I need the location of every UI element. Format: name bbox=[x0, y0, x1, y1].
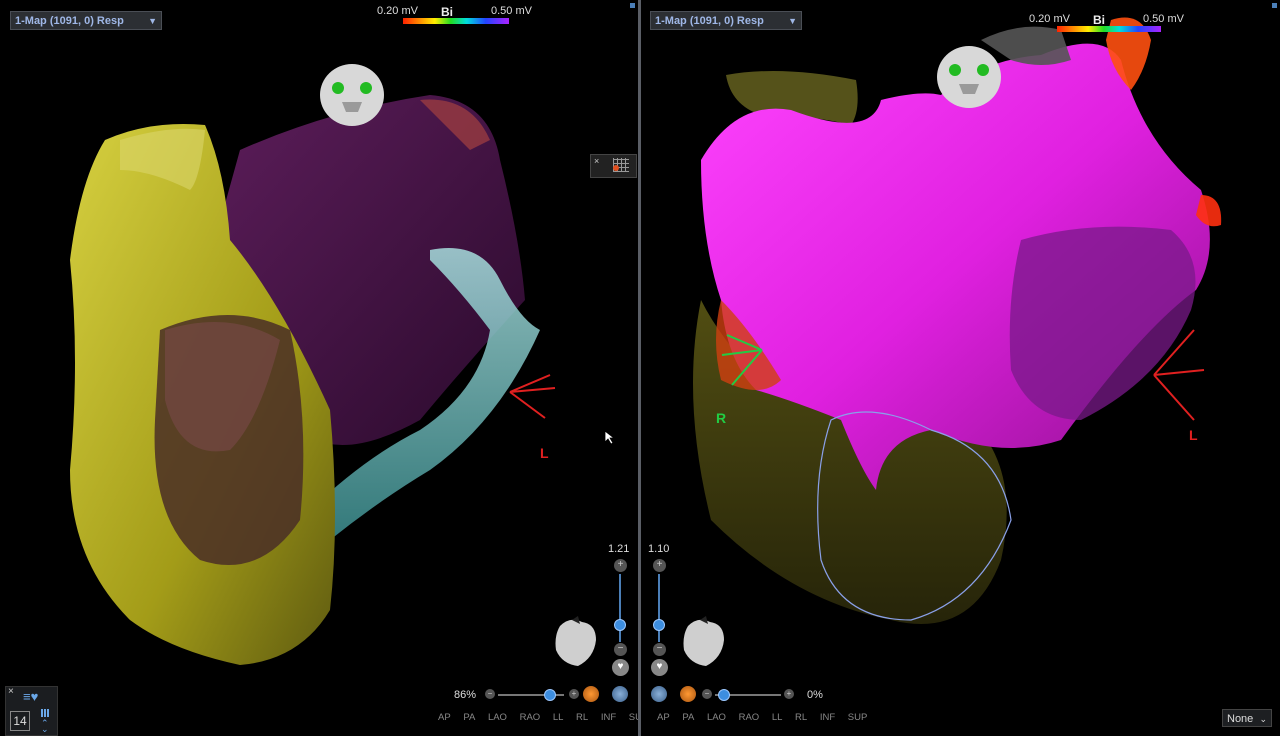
chevron-down-icon: ⌄ bbox=[1259, 714, 1267, 724]
right-map-selector[interactable]: 1-Map (1091, 0) Resp ▼ bbox=[650, 11, 802, 30]
view-button-lao[interactable]: LAO bbox=[707, 712, 726, 723]
view-button-sup[interactable]: SUP bbox=[848, 712, 868, 723]
right-scale-min: 0.20 mV bbox=[1029, 13, 1070, 25]
right-map-selector-label: 1-Map (1091, 0) Resp bbox=[655, 15, 764, 27]
left-zoom-slider-track[interactable] bbox=[619, 574, 621, 642]
view-button-ap[interactable]: AP bbox=[657, 712, 670, 723]
left-orientation-L-arrow-icon bbox=[509, 374, 556, 419]
view-button-ll[interactable]: LL bbox=[772, 712, 783, 723]
left-anatomy-render[interactable] bbox=[0, 0, 638, 736]
view-button-ap[interactable]: AP bbox=[438, 712, 451, 723]
face-nose-icon bbox=[342, 102, 362, 112]
left-pan-slider-handle[interactable] bbox=[544, 689, 556, 701]
left-compass-icon[interactable] bbox=[612, 686, 628, 702]
right-scale-type: Bi bbox=[1093, 13, 1105, 27]
right-pan-minus-button[interactable]: − bbox=[702, 689, 712, 699]
display-mode-select[interactable]: None ⌄ bbox=[1222, 709, 1272, 727]
marker-dot-icon bbox=[613, 165, 619, 171]
left-heart-thumbnail-icon bbox=[555, 616, 596, 666]
left-zoom-value: 1.21 bbox=[608, 543, 630, 555]
left-view-buttons: AP PA LAO RAO LL RL INF SUP bbox=[438, 712, 638, 723]
right-scale-max: 0.50 mV bbox=[1143, 13, 1184, 25]
right-compass-icon[interactable] bbox=[651, 686, 667, 702]
right-orientation-L-label: L bbox=[1189, 427, 1198, 443]
right-scale-bar bbox=[1057, 26, 1161, 32]
left-zoom-in-button[interactable]: + bbox=[614, 559, 627, 572]
left-zoom-out-button[interactable]: − bbox=[614, 643, 627, 656]
view-button-rl[interactable]: RL bbox=[576, 712, 588, 723]
left-corner-marker bbox=[630, 3, 635, 8]
right-zoom-slider-track[interactable] bbox=[658, 574, 660, 642]
view-button-pa[interactable]: PA bbox=[463, 712, 475, 723]
right-zoom-slider-handle[interactable] bbox=[653, 619, 665, 631]
legend-toggle-panel[interactable]: × bbox=[590, 154, 637, 178]
right-3d-view[interactable]: 1-Map (1091, 0) Resp ▼ 0.20 mV Bi 0.50 m… bbox=[641, 0, 1280, 736]
left-scale-type: Bi bbox=[441, 5, 453, 19]
chevron-down-icon: ▼ bbox=[788, 16, 797, 26]
left-rotate-icon[interactable] bbox=[583, 686, 599, 702]
face-eye-icon bbox=[332, 82, 344, 94]
panel-close-icon[interactable]: × bbox=[8, 686, 14, 697]
left-pan-plus-button[interactable]: + bbox=[569, 689, 579, 699]
left-orientation-L-label: L bbox=[540, 445, 549, 461]
count-box[interactable]: 14 bbox=[10, 711, 30, 731]
left-zoom-percent: 86% bbox=[454, 689, 477, 701]
view-button-rao[interactable]: RAO bbox=[520, 712, 541, 723]
grid-icon[interactable] bbox=[41, 709, 49, 717]
right-view-buttons: AP PA LAO RAO LL RL INF SUP bbox=[657, 712, 873, 723]
left-scale-max: 0.50 mV bbox=[491, 5, 532, 17]
chevron-down-icon: ▼ bbox=[148, 16, 157, 26]
view-button-ll[interactable]: LL bbox=[553, 712, 564, 723]
face-eye-icon bbox=[977, 64, 989, 76]
right-corner-marker bbox=[1272, 3, 1277, 8]
cursor-arrow-icon bbox=[604, 430, 616, 445]
right-reset-view-button[interactable]: ♥ bbox=[651, 659, 668, 676]
stepper-icon[interactable]: ⌃ ⌄ bbox=[41, 719, 49, 734]
view-button-inf[interactable]: INF bbox=[820, 712, 835, 723]
view-button-lao[interactable]: LAO bbox=[488, 712, 507, 723]
left-orientation-face-icon bbox=[320, 64, 384, 126]
right-zoom-value: 1.10 bbox=[648, 543, 670, 555]
right-zoom-out-button[interactable]: − bbox=[653, 643, 666, 656]
view-button-rl[interactable]: RL bbox=[795, 712, 807, 723]
right-zoom-percent: 0% bbox=[807, 689, 823, 701]
left-reset-view-button[interactable]: ♥ bbox=[612, 659, 629, 676]
bottom-left-panel: × ≡♥ 14 ⌃ ⌄ bbox=[5, 686, 58, 736]
left-map-selector-label: 1-Map (1091, 0) Resp bbox=[15, 15, 124, 27]
face-eye-icon bbox=[360, 82, 372, 94]
view-button-rao[interactable]: RAO bbox=[739, 712, 760, 723]
right-voltage-scale: 0.20 mV Bi 0.50 mV bbox=[1029, 11, 1189, 37]
right-orientation-R-arrow-icon bbox=[721, 334, 763, 386]
right-pan-plus-button[interactable]: + bbox=[784, 689, 794, 699]
display-mode-value: None bbox=[1227, 713, 1254, 725]
left-scale-min: 0.20 mV bbox=[377, 5, 418, 17]
left-scale-bar bbox=[403, 18, 509, 24]
view-button-inf[interactable]: INF bbox=[601, 712, 616, 723]
close-icon[interactable]: × bbox=[594, 156, 599, 166]
right-pan-slider-handle[interactable] bbox=[718, 689, 730, 701]
count-value: 14 bbox=[13, 714, 27, 728]
view-button-sup[interactable]: SUP bbox=[629, 712, 638, 723]
face-nose-icon bbox=[959, 84, 979, 94]
right-rotate-icon[interactable] bbox=[680, 686, 696, 702]
right-zoom-in-button[interactable]: + bbox=[653, 559, 666, 572]
right-orientation-face-icon bbox=[937, 46, 1001, 108]
left-map-selector[interactable]: 1-Map (1091, 0) Resp ▼ bbox=[10, 11, 162, 30]
left-pan-minus-button[interactable]: − bbox=[485, 689, 495, 699]
left-voltage-scale: 0.20 mV Bi 0.50 mV bbox=[377, 3, 537, 29]
heart-list-icon[interactable]: ≡♥ bbox=[23, 689, 38, 704]
right-orientation-L-arrow-icon bbox=[1153, 329, 1205, 421]
face-eye-icon bbox=[949, 64, 961, 76]
view-button-pa[interactable]: PA bbox=[682, 712, 694, 723]
right-orientation-R-label: R bbox=[716, 410, 727, 426]
right-heart-thumbnail-icon bbox=[683, 616, 724, 666]
left-3d-view[interactable]: 1-Map (1091, 0) Resp ▼ 0.20 mV Bi 0.50 m… bbox=[0, 0, 638, 736]
left-zoom-slider-handle[interactable] bbox=[614, 619, 626, 631]
